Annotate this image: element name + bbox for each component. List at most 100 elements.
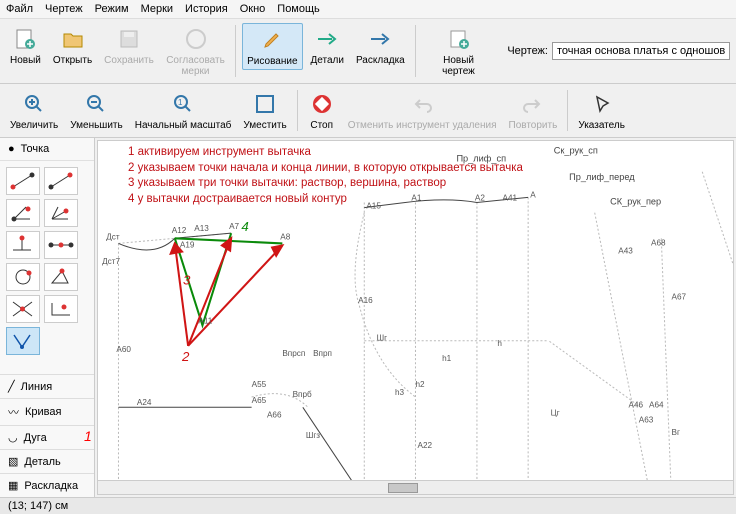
menu-measures[interactable]: Мерки <box>141 3 173 15</box>
svg-text:А41: А41 <box>503 193 518 202</box>
svg-text:А46: А46 <box>629 400 644 409</box>
new-drawing-button[interactable]: Новый чертеж <box>422 23 496 79</box>
zoom-default-button[interactable]: 1 Начальный масштаб <box>131 88 236 133</box>
tool-bisector[interactable] <box>44 199 78 227</box>
svg-text:СК_рук_пер: СК_рук_пер <box>610 196 661 206</box>
zoom-in-label: Увеличить <box>10 120 58 131</box>
svg-text:А12: А12 <box>172 226 187 235</box>
details-label: Детали <box>311 55 344 66</box>
tool-span[interactable] <box>44 167 78 195</box>
svg-text:Впрп: Впрп <box>313 349 332 358</box>
svg-text:А43: А43 <box>618 247 633 256</box>
tool-section-label: Точка <box>21 143 50 155</box>
step-4: 4 <box>241 219 248 234</box>
svg-text:Шг: Шг <box>377 334 388 343</box>
redo-button[interactable]: Повторить <box>505 88 562 133</box>
menu-mode[interactable]: Режим <box>95 3 129 15</box>
open-button[interactable]: Открыть <box>49 23 96 68</box>
svg-text:А13: А13 <box>194 224 209 233</box>
save-button[interactable]: Сохранить <box>100 23 158 68</box>
fit-button[interactable]: Уместить <box>239 88 290 133</box>
undo-button[interactable]: Отменить инструмент удаления <box>344 88 501 133</box>
drawing-canvas[interactable]: 1 активируем инструмент вытачка 2 указыв… <box>97 140 734 495</box>
stop-icon <box>308 90 336 118</box>
main-toolbar: Новый Открыть Сохранить Согласовать мерк… <box>0 19 736 84</box>
pointer-button[interactable]: Указатель <box>574 88 629 133</box>
section-layout[interactable]: ▦Раскладка <box>0 473 94 497</box>
menu-file[interactable]: Файл <box>6 3 33 15</box>
undo-label: Отменить инструмент удаления <box>348 120 497 131</box>
svg-text:Дст: Дст <box>106 232 120 241</box>
section-curve[interactable]: 〰Кривая <box>0 398 94 425</box>
section-detail[interactable]: ▧Деталь <box>0 449 94 473</box>
svg-text:А67: А67 <box>672 293 687 302</box>
tool-point-xy[interactable] <box>44 295 78 323</box>
agree-button[interactable]: Согласовать мерки <box>162 23 229 79</box>
pencil-icon <box>258 26 286 54</box>
pointer-label: Указатель <box>578 120 625 131</box>
svg-text:Пр_лиф_сп: Пр_лиф_сп <box>456 153 506 163</box>
pointer-icon <box>588 90 616 118</box>
step-2: 2 <box>181 349 190 364</box>
agree-label: Согласовать мерки <box>166 55 225 77</box>
horizontal-scrollbar[interactable] <box>98 480 733 494</box>
svg-text:h2: h2 <box>415 380 425 389</box>
details-button[interactable]: Детали <box>307 23 348 68</box>
arrow-right-blue-icon <box>366 25 394 53</box>
draw-label: Рисование <box>247 56 297 67</box>
tool-section-point[interactable]: ● Точка <box>0 138 94 161</box>
svg-text:h: h <box>497 339 502 348</box>
undo-icon <box>408 90 436 118</box>
svg-text:Ск_рук_сп: Ск_рук_сп <box>554 145 598 155</box>
tool-contact[interactable] <box>6 263 40 291</box>
layout-button[interactable]: Раскладка <box>352 23 409 68</box>
cursor-position: (13; 147) см <box>8 500 68 512</box>
save-disk-icon <box>115 25 143 53</box>
main-area: ● Точка 1 ╱Линия 〰Кривая ◡Дуга ▧Деталь ▦… <box>0 138 736 497</box>
tool-triangle[interactable] <box>44 263 78 291</box>
stop-label: Стоп <box>310 120 333 131</box>
tool-line-dist[interactable] <box>6 167 40 195</box>
svg-text:А60: А60 <box>116 345 131 354</box>
draw-mode-button[interactable]: Рисование <box>242 23 302 70</box>
menu-history[interactable]: История <box>185 3 228 15</box>
tool-angle[interactable] <box>6 199 40 227</box>
tool-intersection[interactable] <box>6 295 40 323</box>
drawing-name-input[interactable] <box>552 42 730 60</box>
svg-text:Вг: Вг <box>672 428 680 437</box>
scrollbar-thumb[interactable] <box>388 483 418 493</box>
svg-text:А24: А24 <box>137 398 152 407</box>
zoom-out-icon <box>82 90 110 118</box>
menu-bar: Файл Чертеж Режим Мерки История Окно Пом… <box>0 0 736 19</box>
separator <box>235 25 236 77</box>
stop-button[interactable]: Стоп <box>304 88 340 133</box>
redo-icon <box>519 90 547 118</box>
zoom-out-button[interactable]: Уменьшить <box>66 88 126 133</box>
new-drawing-icon <box>445 25 473 53</box>
zoom-out-label: Уменьшить <box>70 120 122 131</box>
svg-text:А68: А68 <box>651 238 666 247</box>
status-bar: (13; 147) см <box>0 497 736 514</box>
tool-sections-list: ╱Линия 〰Кривая ◡Дуга ▧Деталь ▦Раскладка <box>0 374 94 497</box>
step-3: 3 <box>183 272 191 287</box>
new-button[interactable]: Новый <box>6 23 45 68</box>
menu-help[interactable]: Помощь <box>277 3 320 15</box>
zoom-default-label: Начальный масштаб <box>135 120 232 131</box>
section-line[interactable]: ╱Линия <box>0 374 94 398</box>
menu-drawing[interactable]: Чертеж <box>45 3 83 15</box>
svg-text:h3: h3 <box>395 388 405 397</box>
new-file-icon <box>11 25 39 53</box>
agree-icon <box>182 25 210 53</box>
svg-text:1: 1 <box>178 98 183 107</box>
separator <box>415 25 416 77</box>
tool-dart[interactable] <box>6 327 40 355</box>
svg-text:А22: А22 <box>418 441 433 450</box>
menu-window[interactable]: Окно <box>240 3 266 15</box>
svg-text:А8: А8 <box>280 232 290 241</box>
section-arc[interactable]: ◡Дуга <box>0 425 94 449</box>
detail-icon: ▧ <box>8 455 18 468</box>
curve-icon: 〰 <box>8 404 19 420</box>
zoom-in-button[interactable]: Увеличить <box>6 88 62 133</box>
tool-perpendicular[interactable] <box>6 231 40 259</box>
tool-shoulder[interactable] <box>44 231 78 259</box>
